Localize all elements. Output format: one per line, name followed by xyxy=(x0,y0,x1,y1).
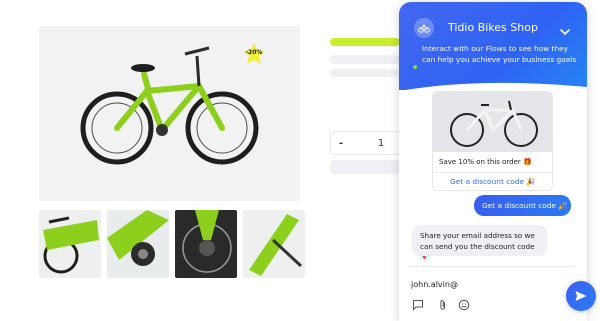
send-button[interactable] xyxy=(566,281,596,311)
thumbnail-4[interactable] xyxy=(243,210,305,278)
online-status-dot xyxy=(413,65,417,69)
product-thumbnails xyxy=(39,210,305,278)
chevron-down-icon[interactable] xyxy=(559,23,571,36)
page: -20% - 1 Tidio Bikes Shop Interact with … xyxy=(0,0,600,321)
chat-widget: Tidio Bikes Shop Interact with our Flows… xyxy=(399,2,587,321)
thumbnail-1[interactable] xyxy=(39,210,101,278)
card-divider xyxy=(433,172,552,173)
message-input[interactable] xyxy=(411,277,541,291)
chat-header: Tidio Bikes Shop Interact with our Flows… xyxy=(399,2,587,91)
header-wave xyxy=(399,82,587,91)
bot-message-bubble: Share your email address so we can send … xyxy=(412,225,547,262)
card-bike-image xyxy=(433,92,552,152)
product-card: Save 10% on this order 🎁 Get a discount … xyxy=(432,91,553,191)
shop-logo xyxy=(414,18,434,38)
text-placeholder-1 xyxy=(330,55,400,64)
quantity-value[interactable]: 1 xyxy=(361,138,401,149)
user-message-bubble: Get a discount code 🎉 xyxy=(474,195,571,216)
get-discount-link[interactable]: Get a discount code 🎉 xyxy=(450,177,536,186)
thumbnail-2[interactable] xyxy=(107,210,169,278)
text-placeholder-2 xyxy=(330,69,400,77)
quantity-stepper[interactable]: - 1 xyxy=(330,131,410,155)
send-icon xyxy=(575,291,587,301)
discount-badge-text: -20% xyxy=(245,49,263,56)
discount-badge: -20% xyxy=(242,42,266,66)
composer-divider xyxy=(411,266,574,267)
add-to-cart-placeholder[interactable] xyxy=(330,160,400,174)
chat-icon[interactable] xyxy=(411,298,425,312)
card-title: Save 10% on this order 🎁 xyxy=(439,158,532,166)
shop-name: Tidio Bikes Shop xyxy=(448,21,538,34)
quantity-decrement-button[interactable]: - xyxy=(339,138,343,149)
price-placeholder xyxy=(330,38,400,46)
chat-intro-text: Interact with our Flows to see how they … xyxy=(422,44,577,64)
thumbnail-3[interactable] xyxy=(175,210,237,278)
bike-logo-icon xyxy=(418,24,430,33)
emoji-icon[interactable] xyxy=(457,298,471,312)
attachment-icon[interactable] xyxy=(436,298,450,312)
